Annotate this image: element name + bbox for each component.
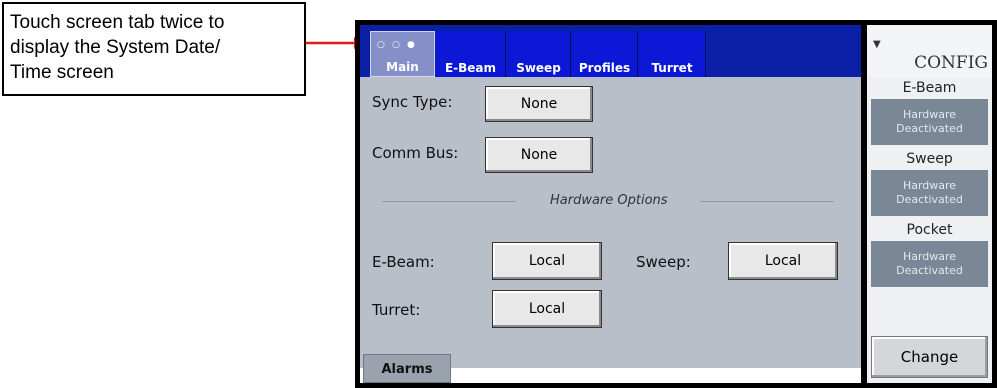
hardware-options-title: Hardware Options [550,193,668,208]
sweep-label: Sweep: [636,253,691,271]
config-title: CONFIG [914,53,988,73]
config-pocket-label: Pocket [906,222,953,238]
sync-type-button[interactable]: None [485,86,593,122]
tab-turret[interactable]: Turret [639,31,706,77]
dropdown-triangle-icon[interactable]: ▼ [873,39,881,50]
alarms-button[interactable]: Alarms [363,354,451,383]
tab-bar: ○ ○ ● Main E-Beam Sweep Profiles Turret [360,25,861,77]
tab-turret-label: Turret [651,61,693,75]
tab-main-label: Main [386,60,419,74]
comm-bus-button[interactable]: None [485,137,593,173]
ebeam-status-line1: Hardware [902,108,957,121]
ebeam-mode-value: Local [528,253,566,269]
alarms-label: Alarms [381,362,433,377]
sweep-status-line2: Deactivated [896,193,963,206]
main-panel: ○ ○ ● Main E-Beam Sweep Profiles Turret … [360,25,861,383]
config-sweep-label: Sweep [906,151,953,167]
sweep-status-box: Hardware Deactivated [871,170,988,216]
turret-mode-button[interactable]: Local [492,290,602,328]
main-tab-content: Sync Type: None Comm Bus: None Hardware … [360,77,861,383]
tab-e-beam-label: E-Beam [444,61,497,75]
sync-type-label: Sync Type: [372,93,453,111]
change-label: Change [900,348,959,366]
ebeam-status-box: Hardware Deactivated [871,99,988,145]
tab-e-beam[interactable]: E-Beam [436,31,506,77]
tab-sweep[interactable]: Sweep [507,31,571,77]
callout-line-1: Touch screen tab twice to [10,12,225,33]
tab-main[interactable]: ○ ○ ● Main [370,31,435,77]
divider-right [700,201,834,202]
config-header[interactable]: ▼ CONFIG [867,25,992,77]
tab-sweep-label: Sweep [516,61,561,75]
tab-profiles-label: Profiles [578,61,631,75]
callout-line-3: Time screen [10,62,114,83]
turret-label: Turret: [372,301,421,319]
change-button[interactable]: Change [871,336,988,378]
sweep-mode-value: Local [764,253,802,269]
ebeam-status-line2: Deactivated [896,122,963,135]
config-ebeam-label: E-Beam [902,80,957,96]
tab-profiles[interactable]: Profiles [572,31,638,77]
sweep-status-line1: Hardware [902,179,957,192]
device-screen: ○ ○ ● Main E-Beam Sweep Profiles Turret … [355,20,997,388]
pocket-status-line1: Hardware [902,250,957,263]
comm-bus-label: Comm Bus: [372,144,459,162]
ebeam-mode-button[interactable]: Local [492,242,602,280]
divider-left [382,201,516,202]
turret-mode-value: Local [528,301,566,317]
date-time-dots-icon[interactable]: ○ ○ ● [377,40,417,50]
ebeam-label: E-Beam: [372,253,435,271]
pocket-status-line2: Deactivated [896,264,963,277]
comm-bus-value: None [520,147,558,163]
sync-type-value: None [520,96,558,112]
config-panel: ▼ CONFIG E-Beam Hardware Deactivated Swe… [867,25,992,383]
sweep-mode-button[interactable]: Local [728,242,838,280]
pocket-status-box: Hardware Deactivated [871,241,988,287]
callout-line-2: display the System Date/ [10,37,221,58]
instruction-callout: Touch screen tab twice to display the Sy… [2,2,306,96]
